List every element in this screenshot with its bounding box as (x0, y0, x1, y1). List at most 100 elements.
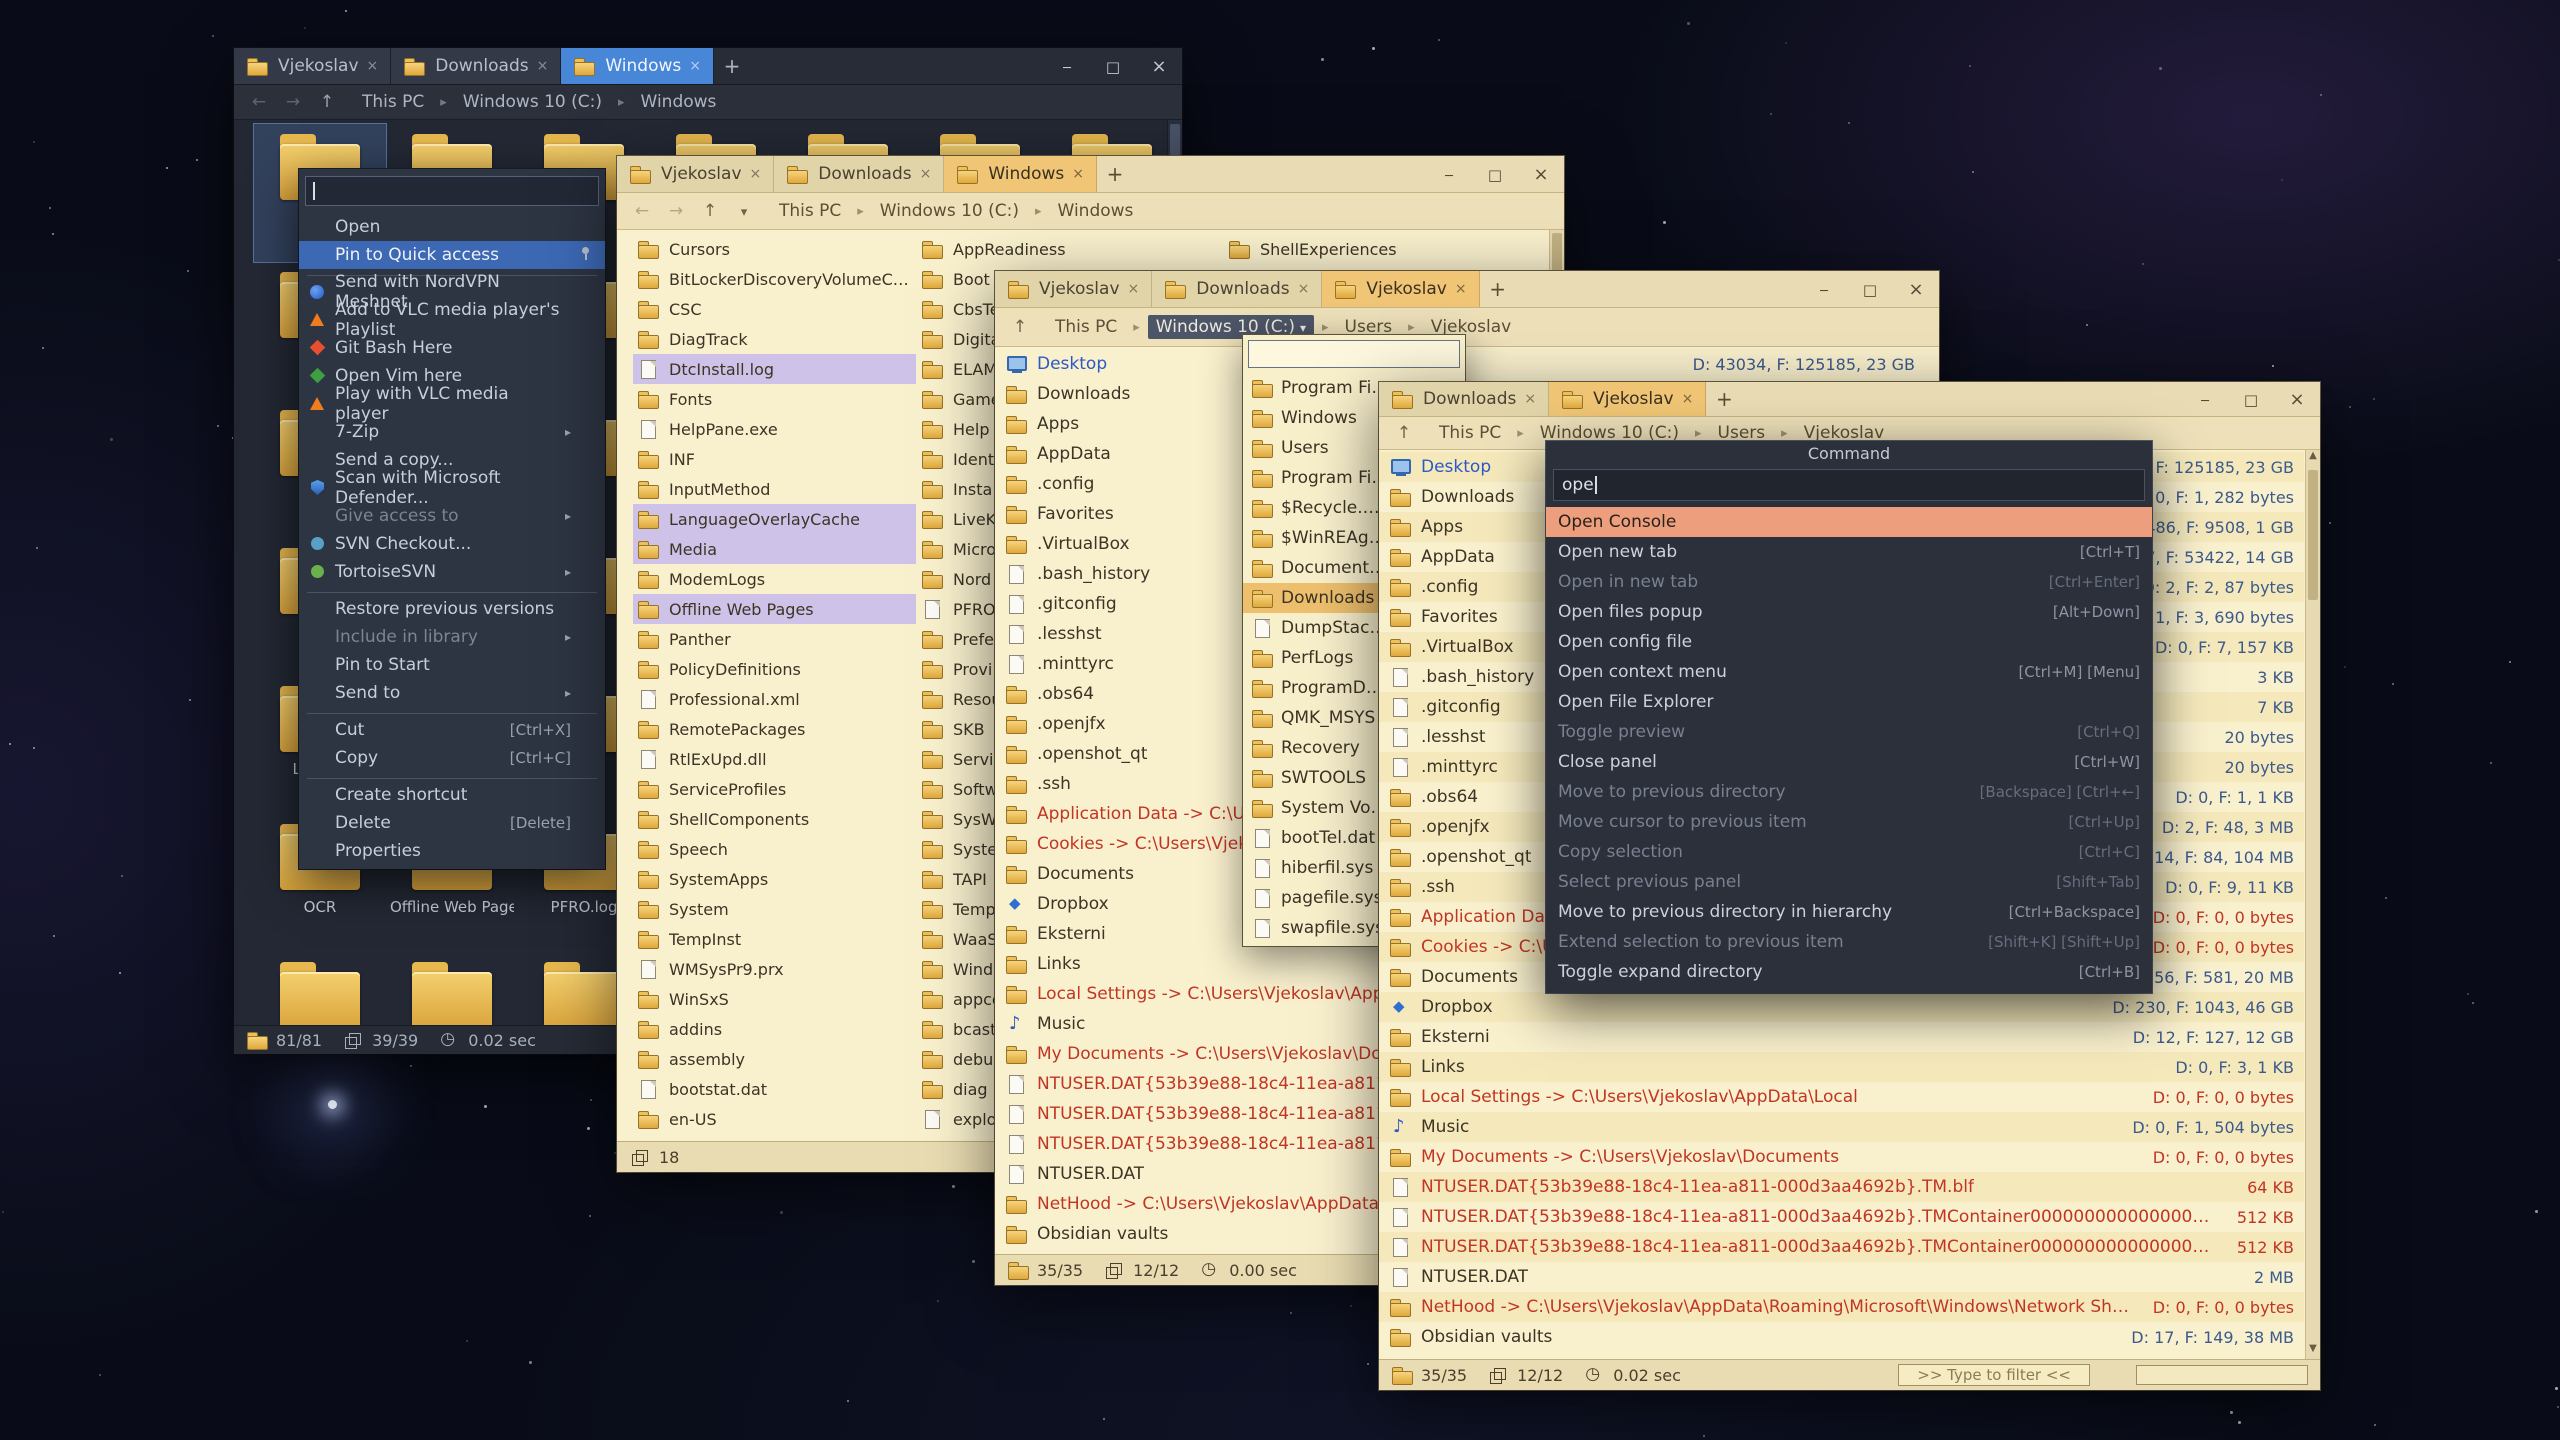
file-row[interactable]: ShellComponents (633, 804, 916, 834)
scrollbar[interactable]: ▲ ▼ (2305, 450, 2320, 1359)
context-menu-item[interactable]: Pin to Start (299, 651, 605, 679)
back-button[interactable] (246, 92, 272, 112)
tab[interactable]: Vjekoslav (617, 156, 774, 192)
context-menu-item[interactable]: Open (299, 213, 605, 241)
minimize-button[interactable] (1801, 271, 1847, 307)
context-menu-item[interactable]: Cut [Ctrl+X] (299, 716, 605, 744)
breadcrumb-item[interactable]: This PC (1431, 421, 1509, 445)
file-row[interactable]: en-US (633, 1104, 916, 1134)
context-menu-item[interactable]: Copy [Ctrl+C] (299, 744, 605, 772)
file-row[interactable]: INF (633, 444, 916, 474)
tab[interactable]: Downloads (391, 48, 561, 84)
context-menu-item[interactable]: Create shortcut (299, 781, 605, 809)
tab[interactable]: Vjekoslav (995, 271, 1152, 307)
breadcrumb-item[interactable]: Windows (1027, 199, 1141, 223)
file-row[interactable]: Professional.xml (633, 684, 916, 714)
file-row[interactable]: Fonts (633, 384, 916, 414)
context-menu-item[interactable]: Include in library (299, 623, 605, 651)
folder-tile[interactable]: Polic (254, 952, 386, 1025)
file-row[interactable]: System (633, 894, 916, 924)
up-button[interactable] (314, 92, 340, 112)
tab[interactable]: Downloads (1152, 271, 1322, 307)
titlebar-drag-area[interactable] (1742, 382, 2182, 416)
context-menu-item[interactable]: TortoiseSVN (299, 558, 605, 586)
command-item[interactable]: Select previous panel [Shift+Tab] (1546, 867, 2152, 897)
breadcrumb-item[interactable]: This PC (771, 199, 849, 223)
command-input[interactable]: ope (1553, 469, 2145, 501)
file-row[interactable]: TempInst (633, 924, 916, 954)
file-row[interactable]: Music D: 0, F: 1, 504 bytes (1379, 1112, 2304, 1142)
command-item[interactable]: Extend selection to previous item [Shift… (1546, 927, 2152, 957)
command-item[interactable]: Open context menu [Ctrl+M] [Menu] (1546, 657, 2152, 687)
command-item[interactable]: Open File Explorer (1546, 687, 2152, 717)
breadcrumb-item[interactable]: Windows (610, 90, 724, 114)
file-row[interactable]: BitLockerDiscoveryVolumeContents (633, 264, 916, 294)
folder-tile[interactable]: Prefet (386, 952, 518, 1025)
context-menu-item[interactable]: Send to (299, 679, 605, 707)
file-row[interactable]: InputMethod (633, 474, 916, 504)
file-row[interactable]: ModemLogs (633, 564, 916, 594)
breadcrumb-item[interactable]: Windows 10 (C:) (849, 199, 1027, 223)
file-row[interactable]: ShellExperiences (1224, 234, 1534, 264)
tab[interactable]: Windows (944, 156, 1097, 192)
tab-close-icon[interactable] (750, 166, 762, 182)
minimize-button[interactable] (1044, 48, 1090, 84)
tab[interactable]: Downloads (774, 156, 944, 192)
type-to-filter-box[interactable]: >> Type to filter << (1898, 1364, 2090, 1386)
file-row[interactable]: AppReadiness (917, 234, 1217, 264)
tab-close-icon[interactable] (537, 58, 549, 74)
file-row[interactable]: Eksterni D: 12, F: 127, 12 GB (1379, 1022, 2304, 1052)
context-menu-item[interactable]: Restore previous versions (299, 595, 605, 623)
file-row[interactable]: bootstat.dat (633, 1074, 916, 1104)
tab-close-icon[interactable] (1524, 391, 1536, 407)
up-button[interactable] (1391, 423, 1417, 443)
context-menu-item[interactable] (307, 772, 597, 781)
file-row[interactable]: NTUSER.DAT{53b39e88-18c4-11ea-a811-000d3… (1379, 1202, 2304, 1232)
command-item[interactable]: Move to previous directory in hierarchy … (1546, 897, 2152, 927)
rename-input[interactable] (305, 176, 599, 206)
command-item[interactable]: Move to previous directory [Backspace] [… (1546, 777, 2152, 807)
titlebar-drag-area[interactable] (750, 48, 1044, 84)
close-button[interactable] (1518, 156, 1564, 192)
command-item[interactable]: Toggle expand directory [Ctrl+B] (1546, 957, 2152, 987)
file-row[interactable]: PolicyDefinitions (633, 654, 916, 684)
breadcrumb-item[interactable]: This PC (1047, 315, 1125, 339)
file-row[interactable]: HelpPane.exe (633, 414, 916, 444)
command-item[interactable]: Open files popup [Alt+Down] (1546, 597, 2152, 627)
tab[interactable]: Vjekoslav (1549, 382, 1706, 416)
close-button[interactable] (1893, 271, 1939, 307)
context-menu-item[interactable]: Delete [Delete] (299, 809, 605, 837)
close-button[interactable] (2274, 382, 2320, 416)
file-row[interactable]: My Documents -> C:\Users\Vjekoslav\Docum… (1379, 1142, 2304, 1172)
maximize-button[interactable] (1472, 156, 1518, 192)
file-row[interactable]: SystemApps (633, 864, 916, 894)
tab[interactable]: Downloads (1379, 382, 1549, 416)
minimize-button[interactable] (1426, 156, 1472, 192)
file-row[interactable]: Links D: 0, F: 3, 1 KB (1379, 1052, 2304, 1082)
context-menu-item[interactable] (307, 586, 597, 595)
back-button[interactable] (629, 201, 655, 221)
context-menu-item[interactable]: Properties (299, 837, 605, 865)
file-row[interactable]: NetHood -> C:\Users\Vjekoslav\AppData\Ro… (1379, 1292, 2304, 1322)
breadcrumb-item[interactable]: This PC (354, 90, 432, 114)
command-item[interactable]: Open Console (1546, 507, 2152, 537)
tab-close-icon[interactable] (1682, 391, 1694, 407)
command-item[interactable]: Toggle preview [Ctrl+Q] (1546, 717, 2152, 747)
file-row[interactable]: Panther (633, 624, 916, 654)
file-row[interactable]: addins (633, 1014, 916, 1044)
titlebar-drag-area[interactable] (1516, 271, 1801, 307)
new-tab-button[interactable]: + (1480, 271, 1516, 307)
maximize-button[interactable] (2228, 382, 2274, 416)
context-menu-item[interactable]: Pin to Quick access (299, 241, 605, 269)
maximize-button[interactable] (1090, 48, 1136, 84)
tab-close-icon[interactable] (920, 166, 932, 182)
tab-close-icon[interactable] (689, 58, 701, 74)
context-menu-item[interactable]: SVN Checkout... (299, 530, 605, 558)
file-row[interactable]: NTUSER.DAT{53b39e88-18c4-11ea-a811-000d3… (1379, 1172, 2304, 1202)
tab[interactable]: Vjekoslav (234, 48, 391, 84)
up-button[interactable] (697, 201, 723, 221)
file-row[interactable]: Dropbox D: 230, F: 1043, 46 GB (1379, 992, 2304, 1022)
context-menu-item[interactable]: Play with VLC media player (299, 390, 605, 418)
file-row[interactable]: CSC (633, 294, 916, 324)
tab-close-icon[interactable] (1298, 281, 1310, 297)
